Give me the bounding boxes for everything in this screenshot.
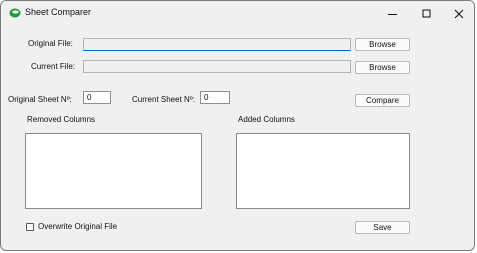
current-file-field[interactable]	[83, 60, 351, 73]
minimize-button[interactable]	[376, 1, 410, 26]
added-columns-label: Added Columns	[238, 115, 295, 124]
compare-button[interactable]: Compare	[355, 94, 410, 107]
close-icon	[454, 9, 464, 18]
browse-original-button[interactable]: Browse	[355, 38, 410, 51]
maximize-icon	[422, 9, 431, 17]
original-sheet-label: Original Sheet Nº:	[8, 95, 72, 104]
removed-columns-list[interactable]	[25, 133, 202, 209]
removed-columns-label: Removed Columns	[27, 115, 96, 124]
browse-current-button[interactable]: Browse	[355, 61, 410, 74]
added-columns-list[interactable]	[236, 133, 410, 209]
maximize-button[interactable]	[410, 1, 444, 26]
green-leaf-app-icon	[9, 8, 21, 18]
overwrite-label[interactable]: Overwrite Original File	[38, 222, 117, 231]
overwrite-checkbox[interactable]	[26, 223, 34, 231]
original-file-label: Original File:	[28, 39, 73, 48]
window-title: Sheet Comparer	[25, 7, 92, 17]
title-bar[interactable]: Sheet Comparer	[1, 1, 474, 26]
minimize-icon	[388, 13, 397, 15]
save-button[interactable]: Save	[355, 221, 410, 234]
current-file-label: Current File:	[31, 62, 76, 71]
original-file-field[interactable]	[83, 38, 351, 51]
app-window: Sheet Comparer Original File: Browse Cur…	[0, 0, 475, 251]
current-sheet-label: Current Sheet Nº:	[132, 95, 195, 104]
current-sheet-input[interactable]: 0	[200, 91, 230, 104]
close-button[interactable]	[442, 1, 474, 26]
original-sheet-input[interactable]: 0	[83, 91, 111, 104]
